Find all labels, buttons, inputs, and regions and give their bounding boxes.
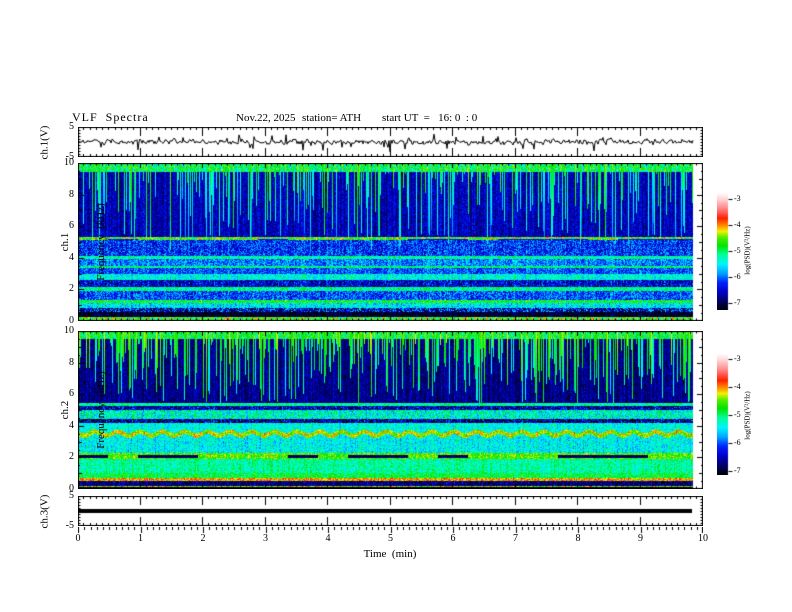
ch1-spec-y-tick-label: 4 bbox=[69, 252, 74, 263]
time-tick-label: 5 bbox=[388, 533, 393, 544]
ch3-waveform-canvas bbox=[78, 496, 703, 526]
time-tick-label: 1 bbox=[138, 533, 143, 544]
ch3-wave-y-tick-label: 5 bbox=[69, 490, 74, 501]
ch1-axis-frequency: Frequency (kHz) bbox=[95, 203, 107, 281]
colorbar1-tick-label: -7 bbox=[734, 298, 741, 307]
ch2-spec-y-tick-label: 2 bbox=[69, 451, 74, 462]
time-tick-label: 0 bbox=[75, 533, 81, 544]
time-axis-label: Time (min) bbox=[363, 548, 417, 560]
colorbar2-tick-label: -7 bbox=[734, 466, 741, 475]
ch1-spec-y-tick-label: 8 bbox=[69, 189, 74, 200]
station-label: station= ATH bbox=[302, 112, 362, 124]
vlf-spectra-figure: VLF Spectra Nov.22, 2025 station= ATH st… bbox=[0, 0, 792, 612]
ch2-spec-y-tick-label: 8 bbox=[69, 357, 74, 368]
ch3-wave-y-tick-label: -5 bbox=[65, 520, 74, 531]
ch2-spec-y-tick-label: 4 bbox=[69, 420, 74, 431]
figure-title: VLF Spectra bbox=[72, 110, 149, 124]
time-tick-label: 7 bbox=[513, 533, 518, 544]
time-tick-label: 10 bbox=[698, 533, 708, 544]
colorbar1-tick-label: -3 bbox=[734, 194, 741, 203]
ch2-spec-y-tick-label: 10 bbox=[64, 325, 74, 336]
ch1-wave-y-tick-label: 5 bbox=[69, 121, 74, 132]
colorbar2-tick-label: -6 bbox=[734, 438, 741, 447]
time-tick-label: 8 bbox=[575, 533, 581, 544]
colorbar2-tick-label: -4 bbox=[734, 382, 741, 391]
date-label: Nov.22, 2025 bbox=[236, 112, 296, 124]
ch2-spectrogram-canvas bbox=[78, 331, 703, 489]
time-tick-label: 2 bbox=[200, 533, 206, 544]
colorbar-ch2 bbox=[717, 353, 734, 475]
colorbar2-tick-label: -3 bbox=[734, 354, 741, 363]
ch1-spec-y-tick-label: 6 bbox=[69, 220, 74, 231]
time-tick-label: 6 bbox=[450, 533, 456, 544]
ch2-spec-y-tick-label: 6 bbox=[69, 388, 74, 399]
colorbar1-tick-label: -4 bbox=[734, 220, 741, 229]
ch1-spec-y-tick-label: 10 bbox=[64, 157, 74, 168]
ch1-spec-y-tick-label: 2 bbox=[69, 283, 74, 294]
time-tick-label: 4 bbox=[325, 533, 331, 544]
start-ut-label: start UT = 16: 0 : 0 bbox=[382, 112, 478, 124]
colorbar1-tick-label: -6 bbox=[734, 272, 741, 281]
ch2-axis-frequency: Frequency (kHz) bbox=[95, 371, 107, 449]
ch1-waveform-canvas bbox=[78, 127, 703, 157]
colorbar-ch1 bbox=[717, 192, 734, 310]
colorbar2-tick-label: -5 bbox=[734, 410, 741, 419]
time-tick-label: 9 bbox=[638, 533, 643, 544]
time-tick-label: 3 bbox=[263, 533, 268, 544]
colorbar1-tick-label: -5 bbox=[734, 246, 741, 255]
ch1-spectrogram-canvas bbox=[78, 163, 703, 321]
